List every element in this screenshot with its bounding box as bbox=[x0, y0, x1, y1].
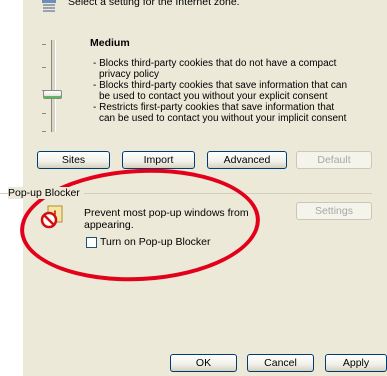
cancel-button[interactable]: Cancel bbox=[247, 354, 314, 372]
advanced-button[interactable]: Advanced bbox=[207, 151, 287, 169]
level-description-line: can be used to contact you without your … bbox=[99, 113, 347, 124]
popup-blocker-description: Prevent most pop-up windows from bbox=[84, 207, 249, 219]
slider-tick bbox=[42, 113, 46, 114]
level-description-line: - Restricts first-party cookies that sav… bbox=[93, 102, 335, 113]
import-button[interactable]: Import bbox=[122, 151, 195, 169]
zone-instruction-text: Select a setting for the Internet zone. bbox=[68, 0, 240, 8]
apply-button[interactable]: Apply bbox=[325, 354, 387, 372]
popup-blocker-checkbox-label[interactable]: Turn on Pop-up Blocker bbox=[100, 236, 211, 248]
internet-zone-icon bbox=[41, 0, 59, 14]
privacy-tab-panel: Select a setting for the Internet zone. … bbox=[0, 0, 387, 376]
slider-tick bbox=[42, 131, 46, 132]
level-description-line: - Blocks third-party cookies that do not… bbox=[93, 58, 337, 69]
popup-blocker-checkbox[interactable] bbox=[86, 237, 97, 248]
popup-settings-button[interactable]: Settings bbox=[296, 202, 372, 220]
privacy-level-slider[interactable] bbox=[37, 34, 67, 138]
sites-button[interactable]: Sites bbox=[37, 151, 110, 169]
default-button[interactable]: Default bbox=[296, 151, 372, 169]
privacy-level-title: Medium bbox=[90, 37, 130, 49]
slider-thumb[interactable] bbox=[43, 90, 62, 99]
popup-blocker-group-label: Pop-up Blocker bbox=[8, 187, 84, 199]
level-description-line: - Blocks third-party cookies that save i… bbox=[93, 80, 348, 91]
slider-tick bbox=[42, 44, 46, 45]
popup-blocker-icon: ! bbox=[40, 205, 64, 229]
level-description-line: be used to contact you without your expl… bbox=[99, 91, 328, 102]
popup-blocker-description: appearing. bbox=[84, 219, 134, 231]
level-description-line: privacy policy bbox=[99, 69, 160, 80]
ok-button[interactable]: OK bbox=[170, 354, 237, 372]
slider-track bbox=[51, 40, 56, 132]
slider-tick bbox=[42, 67, 46, 68]
